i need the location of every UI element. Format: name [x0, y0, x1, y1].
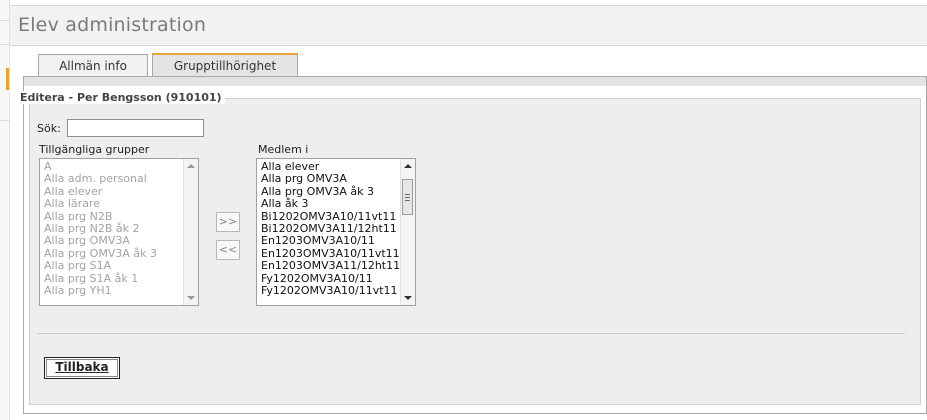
member-groups-list[interactable]: Alla elever Alla prg OMV3A Alla prg OMV3… [256, 158, 416, 306]
list-item[interactable]: Alla åk 3 [261, 197, 415, 210]
add-to-group-button[interactable]: >> [216, 212, 240, 232]
list-item[interactable]: Fy1202OMV3A10/11vt11 [261, 284, 415, 297]
available-groups-items: A Alla adm. personal Alla elever Alla lä… [40, 159, 198, 297]
list-item[interactable]: Alla prg YH1 [44, 284, 198, 297]
scroll-down-icon[interactable] [187, 296, 195, 300]
nav-divider [0, 44, 9, 45]
list-item[interactable]: En1203OMV3A10/11 [261, 234, 415, 247]
member-groups-label: Medlem i [258, 143, 309, 156]
page-title: Elev administration [18, 14, 207, 36]
member-groups-items: Alla elever Alla prg OMV3A Alla prg OMV3… [257, 159, 415, 297]
remove-from-group-button[interactable]: << [216, 240, 240, 260]
list-item[interactable]: Alla adm. personal [44, 172, 198, 185]
divider [37, 333, 905, 334]
page-header: Elev administration [10, 5, 927, 46]
search-input[interactable] [67, 119, 204, 137]
search-label: Sök: [37, 122, 61, 135]
nav-divider [0, 20, 9, 21]
list-item[interactable]: Alla lärare [44, 197, 198, 210]
member-list-scrollbar[interactable] [400, 159, 415, 305]
back-button[interactable]: Tillbaka [44, 357, 120, 379]
grip-line [405, 197, 410, 198]
left-nav-strip [0, 0, 10, 420]
scrollbar-thumb[interactable] [402, 179, 413, 215]
tab-allman-info[interactable]: Allmän info [38, 54, 148, 76]
panel-header-bar [24, 77, 926, 86]
fieldset-legend: Editera - Per Bengsson (910101) [17, 91, 225, 104]
list-item[interactable]: Alla prg OMV3A [261, 172, 415, 185]
list-item[interactable]: En1203OMV3A11/12ht11 [261, 259, 415, 272]
scroll-down-icon[interactable] [404, 296, 412, 300]
scroll-up-icon[interactable] [187, 164, 195, 168]
available-groups-list[interactable]: A Alla adm. personal Alla elever Alla lä… [39, 158, 199, 306]
scroll-up-icon[interactable] [404, 164, 412, 168]
nav-divider [0, 120, 9, 121]
list-item[interactable]: Alla prg S1A [44, 259, 198, 272]
nav-active-marker [6, 68, 9, 90]
available-list-scrollbar[interactable] [183, 159, 198, 305]
list-item[interactable]: Alla prg OMV3A [44, 234, 198, 247]
available-groups-label: Tillgängliga grupper [39, 143, 150, 156]
grip-line [405, 194, 410, 195]
tab-grupptillhorighet[interactable]: Grupptillhörighet [152, 53, 298, 77]
grip-line [405, 200, 410, 201]
